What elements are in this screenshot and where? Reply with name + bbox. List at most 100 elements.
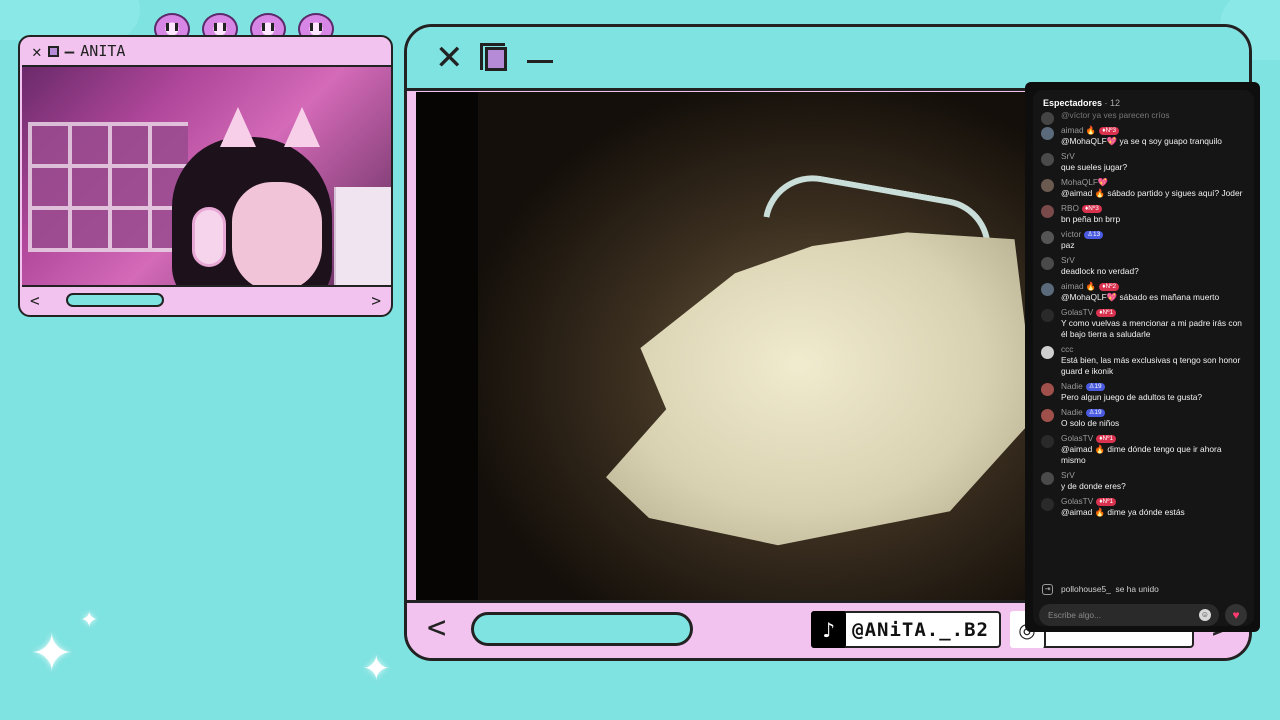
chat-message: SrV que sueles jugar? — [1033, 151, 1254, 173]
sparkle-icon: ✦ — [30, 624, 74, 684]
user-badge: ♦Nº1 — [1096, 309, 1117, 317]
chat-message: @víctor ya ves parecen críos — [1033, 110, 1254, 125]
webcam-footer: < > — [20, 285, 391, 315]
chat-message-list[interactable]: @víctor ya ves parecen críos aimad 🔥 ♦Nº3 @… — [1033, 110, 1254, 590]
join-text: se ha unido — [1115, 584, 1159, 594]
join-icon: ⇥ — [1042, 584, 1053, 595]
chat-message: aimad 🔥 ♦Nº2 @MohaQLF💖 sábado es mañana mu… — [1033, 281, 1254, 303]
avatar[interactable] — [1041, 283, 1054, 296]
chat-message-text: bn peña bn brrp — [1061, 214, 1121, 224]
heart-button[interactable]: ♥ — [1225, 604, 1247, 626]
maximize-icon[interactable] — [47, 45, 59, 57]
chat-message-text: y de donde eres? — [1061, 481, 1126, 491]
minimize-icon[interactable] — [527, 60, 553, 63]
chat-username[interactable]: Nadie — [1061, 407, 1083, 417]
chat-message-text: @aimad 🔥 dime ya dónde estás — [1061, 507, 1185, 517]
user-badge: ♦Nº1 — [1096, 498, 1117, 506]
tiktok-handle[interactable]: ♪ @ANiTA._.B2 — [811, 611, 1001, 648]
chat-username[interactable]: Nadie — [1061, 381, 1083, 391]
chevron-right-icon[interactable]: > — [371, 291, 381, 310]
avatar[interactable] — [1041, 231, 1054, 244]
user-badge: ♦Nº3 — [1099, 127, 1119, 135]
chat-username[interactable]: GolasTV — [1061, 433, 1093, 443]
chat-message-text: Está bien, las más exclusivas q tengo so… — [1061, 355, 1241, 376]
chat-message: aimad 🔥 ♦Nº3 @MohaQLF💖 ya se q soy guapo t… — [1033, 125, 1254, 147]
user-badge: ♙13 — [1084, 231, 1104, 239]
avatar[interactable] — [1041, 257, 1054, 270]
avatar[interactable] — [1041, 127, 1054, 140]
viewer-count: · 12 — [1104, 98, 1121, 108]
maximize-icon[interactable] — [480, 43, 507, 71]
webcam-feed — [22, 65, 391, 287]
chat-message: víctor ♙13 paz — [1033, 229, 1254, 251]
video-player[interactable] — [416, 92, 1026, 605]
chat-username[interactable]: SrV — [1061, 255, 1075, 265]
avatar[interactable] — [1041, 472, 1054, 485]
chat-message-text: @MohaQLF💖 ya se q soy guapo tranquilo — [1061, 136, 1222, 146]
user-badge: ♦Nº1 — [1096, 435, 1117, 443]
tiktok-icon: ♪ — [811, 611, 847, 648]
webcam-title: ANITA — [80, 42, 126, 60]
chat-panel: Espectadores · 12 @víctor ya ves parecen… — [1025, 82, 1260, 632]
join-user: pollohouse5_ — [1061, 584, 1111, 594]
close-icon[interactable]: ✕ — [32, 42, 42, 61]
tiktok-handle-text: @ANiTA._.B2 — [852, 618, 989, 641]
chat-username[interactable]: GolasTV — [1061, 307, 1093, 317]
chat-username[interactable]: SrV — [1061, 151, 1075, 161]
chat-message-text: @víctor ya ves parecen críos — [1061, 110, 1170, 120]
viewers-label: Espectadores — [1043, 98, 1103, 108]
headphones-icon — [192, 207, 226, 267]
user-badge: ♙19 — [1085, 409, 1105, 417]
chat-message: SrV y de donde eres? — [1033, 470, 1254, 492]
avatar[interactable] — [1041, 309, 1054, 322]
chat-message: RBO ♦Nº3 bn peña bn brrp — [1033, 203, 1254, 225]
avatar[interactable] — [1041, 153, 1054, 166]
chat-username[interactable]: ccc — [1061, 344, 1073, 354]
user-badge: ♙19 — [1085, 383, 1105, 391]
close-icon[interactable]: ✕ — [435, 41, 464, 75]
chat-input[interactable]: Escribe algo... ☺ — [1039, 604, 1219, 626]
chat-username[interactable]: víctor — [1061, 229, 1081, 239]
chat-username[interactable]: aimad 🔥 — [1061, 281, 1096, 291]
chat-input-placeholder: Escribe algo... — [1048, 610, 1102, 620]
chat-message: SrV deadlock no verdad? — [1033, 255, 1254, 277]
avatar[interactable] — [1041, 205, 1054, 218]
emoji-icon[interactable]: ☺ — [1199, 609, 1211, 621]
webcam-titlebar: ✕ — ANITA — [20, 37, 391, 65]
chat-message: GolasTV ♦Nº1 @aimad 🔥 dime dónde tengo que… — [1033, 433, 1254, 466]
chat-message-text: paz — [1061, 240, 1075, 250]
chat-message-text: @MohaQLF💖 sábado es mañana muerto — [1061, 292, 1220, 302]
avatar[interactable] — [1041, 435, 1054, 448]
chat-message-text: Y como vuelvas a mencionar a mi padre ir… — [1061, 318, 1242, 339]
chat-username[interactable]: GolasTV — [1061, 496, 1093, 506]
minimize-icon[interactable]: — — [65, 42, 75, 61]
avatar[interactable] — [1041, 179, 1054, 192]
avatar[interactable] — [1041, 112, 1054, 125]
avatar[interactable] — [1041, 498, 1054, 511]
cloud-decoration — [0, 0, 140, 40]
chat-message-text: que sueles jugar? — [1061, 162, 1128, 172]
chevron-left-icon[interactable]: < — [427, 611, 446, 643]
chat-message-text: @aimad 🔥 sábado partido y sigues aquí? J… — [1061, 188, 1243, 198]
chat-username[interactable]: SrV — [1061, 470, 1075, 480]
chat-username[interactable]: RBO — [1061, 203, 1079, 213]
user-badge: ♦Nº3 — [1081, 205, 1102, 213]
webcam-scrollbar[interactable] — [66, 293, 164, 307]
avatar[interactable] — [1041, 383, 1054, 396]
user-badge: ♦Nº2 — [1099, 283, 1119, 291]
chat-message-text: deadlock no verdad? — [1061, 266, 1139, 276]
cat-ear-headphone-icon — [284, 107, 320, 147]
chat-header: Espectadores · 12 — [1043, 98, 1120, 108]
chat-username[interactable]: MohaQLF💖 — [1061, 177, 1108, 187]
chevron-left-icon[interactable]: < — [30, 291, 40, 310]
main-scrollbar[interactable] — [471, 612, 693, 646]
cat-ear-headphone-icon — [220, 107, 256, 147]
chat-message: Nadie ♙19 Pero algun juego de adultos te g… — [1033, 381, 1254, 403]
chat-username[interactable]: aimad 🔥 — [1061, 125, 1096, 135]
webcam-window: ✕ — ANITA < > — [18, 35, 393, 317]
chat-message: GolasTV ♦Nº1 @aimad 🔥 dime ya dónde estás — [1033, 496, 1254, 518]
avatar[interactable] — [1041, 409, 1054, 422]
avatar[interactable] — [1041, 346, 1054, 359]
chat-message: ccc Está bien, las más exclusivas q tengo… — [1033, 344, 1254, 377]
chat-message-text: @aimad 🔥 dime dónde tengo que ir ahora m… — [1061, 444, 1222, 465]
